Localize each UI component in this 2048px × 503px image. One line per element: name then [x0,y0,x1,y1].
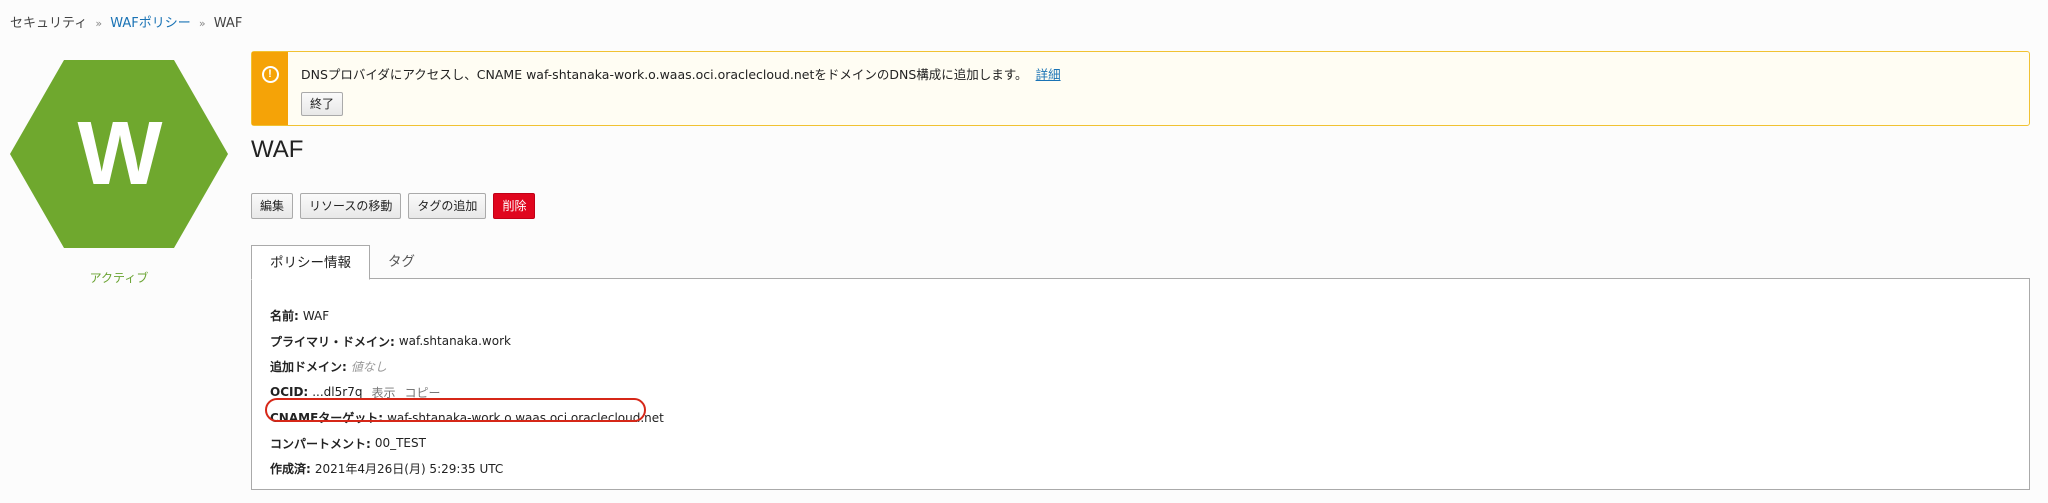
info-row-primary-domain: プライマリ・ドメイン: waf.shtanaka.work [270,329,664,355]
additional-domain-label: 追加ドメイン: [270,360,347,375]
dns-alert-banner: ! DNSプロバイダにアクセスし、CNAME waf-shtanaka-work… [251,51,2030,126]
ocid-show-link[interactable]: 表示 [371,384,395,401]
ocid-label: OCID: [270,385,309,400]
created-label: 作成済: [270,462,311,477]
move-resource-button[interactable]: リソースの移動 [300,193,402,219]
compartment-label: コンパートメント: [270,436,371,451]
primary-domain-value: waf.shtanaka.work [398,334,511,349]
breadcrumb-separator: » [95,17,103,30]
ocid-value: ...dl5r7q [312,385,363,400]
resource-hexagon-icon: W [10,60,228,248]
additional-domain-value: 値なし [350,360,387,375]
alert-details-link[interactable]: 詳細 [1036,67,1061,82]
policy-info-panel: 名前: WAF プライマリ・ドメイン: waf.shtanaka.work 追加… [251,278,2030,490]
page-title: WAF [251,136,304,163]
action-bar: 編集 リソースの移動 タグの追加 削除 [251,193,536,219]
add-tag-button[interactable]: タグの追加 [408,193,487,219]
info-row-name: 名前: WAF [270,303,664,329]
breadcrumb-item-security[interactable]: セキュリティ [10,16,87,31]
name-label: 名前: [270,309,299,324]
info-row-cname-target: CNAMEターゲット: waf-shtanaka-work.o.waas.oci… [270,405,664,431]
info-list: 名前: WAF プライマリ・ドメイン: waf.shtanaka.work 追加… [270,303,664,482]
edit-button[interactable]: 編集 [251,193,294,219]
status-label: アクティブ [89,271,149,285]
resource-icon-letter: W [77,103,163,204]
alert-stripe: ! [252,52,288,125]
delete-button[interactable]: 削除 [493,193,536,219]
tab-bar: ポリシー情報 タグ [251,245,433,280]
created-value: 2021年4月26日(月) 5:29:35 UTC [314,462,504,477]
cname-target-label: CNAMEターゲット: [270,411,384,426]
tab-policy-info[interactable]: ポリシー情報 [251,245,370,280]
primary-domain-label: プライマリ・ドメイン: [270,334,395,349]
tab-tags[interactable]: タグ [370,245,433,279]
info-row-additional-domain: 追加ドメイン: 値なし [270,354,664,380]
alert-body: DNSプロバイダにアクセスし、CNAME waf-shtanaka-work.o… [288,52,1061,125]
info-row-compartment: コンパートメント: 00_TEST [270,431,664,457]
breadcrumb-item-current: WAF [213,16,243,31]
info-row-ocid: OCID: ...dl5r7q 表示 コピー [270,380,664,406]
compartment-value: 00_TEST [374,436,426,451]
breadcrumb: セキュリティ » WAFポリシー » WAF [10,12,242,31]
info-row-created: 作成済: 2021年4月26日(月) 5:29:35 UTC [270,456,664,482]
alert-message-line: DNSプロバイダにアクセスし、CNAME waf-shtanaka-work.o… [301,64,1061,83]
breadcrumb-separator: » [198,17,206,30]
cname-target-value: waf-shtanaka-work.o.waas.oci.oraclecloud… [387,410,664,425]
ocid-copy-link[interactable]: コピー [404,384,440,401]
warning-icon: ! [261,66,279,83]
alert-message: DNSプロバイダにアクセスし、CNAME waf-shtanaka-work.o… [301,67,1028,82]
name-value: WAF [302,308,330,323]
alert-dismiss-button[interactable]: 終了 [301,92,344,116]
breadcrumb-item-waf-policies[interactable]: WAFポリシー [110,16,191,31]
